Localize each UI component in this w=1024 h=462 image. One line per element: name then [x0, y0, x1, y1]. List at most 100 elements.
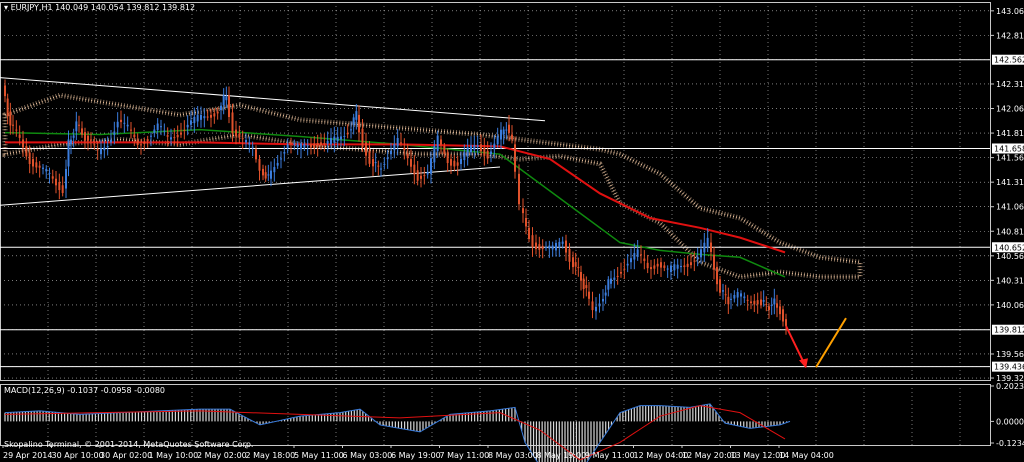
candle-body	[502, 129, 505, 135]
price-level-label: 141.658	[994, 144, 1024, 153]
candle-body	[656, 263, 659, 267]
candle-body	[6, 98, 9, 117]
forecast-up-line	[815, 317, 847, 368]
candle-body	[490, 151, 492, 155]
candle-body	[568, 248, 571, 262]
ichimoku-cloud	[2, 92, 863, 280]
ma-slow-line	[5, 141, 786, 254]
candle-body	[466, 147, 469, 157]
candle-body	[410, 159, 412, 167]
candle-body	[358, 114, 360, 133]
candle-body	[653, 265, 656, 269]
candle-body	[541, 245, 544, 250]
candle-body	[610, 278, 612, 284]
candle-body	[531, 235, 534, 248]
candle-body	[286, 144, 289, 148]
candle-body	[555, 242, 557, 251]
candle-body	[406, 153, 409, 159]
candle-body	[276, 162, 279, 166]
symbol-label: EURJPY,H1	[10, 3, 53, 12]
candle-body	[12, 124, 14, 126]
candle-body	[25, 146, 28, 157]
price-panel[interactable]	[0, 2, 991, 381]
dropdown-arrow-icon[interactable]: ▾	[4, 3, 8, 12]
candle-body	[623, 268, 626, 270]
candle-body	[440, 139, 442, 145]
candle-body	[32, 159, 34, 167]
candle-body	[386, 157, 389, 160]
candle-body	[251, 146, 254, 148]
candle-body	[753, 300, 756, 305]
candle-body	[740, 293, 742, 297]
candle-body	[393, 144, 396, 151]
x-tick-label: 6 May 19:00	[391, 451, 441, 460]
y-tick-label: 140.815	[996, 227, 1024, 236]
candle-body	[591, 301, 594, 311]
candle-body	[528, 227, 530, 240]
candle-body	[565, 240, 567, 253]
candle-body	[320, 142, 322, 146]
candle-body	[522, 208, 524, 214]
candle-body	[225, 96, 228, 101]
candle-body	[633, 253, 636, 260]
candle-body	[170, 137, 172, 140]
candle-body	[719, 279, 721, 293]
candle-body	[87, 135, 89, 141]
candle-body	[436, 135, 439, 151]
candle-body	[511, 134, 513, 140]
candle-body	[403, 147, 406, 151]
candle-body	[670, 265, 672, 272]
candle-body	[130, 129, 132, 131]
candle-body	[768, 306, 770, 311]
candle-body	[613, 277, 616, 280]
candle-body	[730, 298, 732, 300]
candle-body	[480, 144, 482, 152]
candle-body	[340, 136, 342, 140]
candle-body	[220, 105, 222, 110]
candle-body	[81, 128, 83, 135]
candle-body	[574, 262, 577, 267]
candle-body	[55, 178, 57, 186]
candle-body	[616, 275, 619, 277]
candle-body	[28, 152, 31, 164]
candle-body	[245, 139, 247, 143]
candle-body	[580, 272, 582, 281]
candle-body	[231, 112, 234, 134]
candle-body	[166, 135, 169, 137]
candle-body	[663, 265, 666, 268]
candle-body	[150, 135, 152, 137]
candle-body	[660, 262, 662, 268]
candle-body	[765, 304, 768, 306]
candle-body	[280, 158, 282, 160]
candle-body	[235, 129, 237, 137]
candle-body	[535, 242, 537, 250]
y-tick-label: 140.315	[996, 276, 1024, 285]
x-tick-label: 1 May 10:00	[149, 451, 199, 460]
candle-body	[770, 304, 773, 306]
candle-body	[602, 298, 604, 302]
candle-body	[640, 254, 642, 256]
candle-body	[782, 309, 784, 322]
candle-body	[545, 247, 547, 249]
candle-body	[140, 144, 142, 146]
candle-body	[696, 257, 699, 259]
ohlc-values: 140.049 140.054 139.812 139.812	[55, 3, 196, 12]
candle-body	[598, 303, 601, 307]
candle-body	[548, 245, 551, 249]
y-tick-label: 140.565	[996, 252, 1024, 261]
candle-body	[733, 294, 736, 299]
candle-body	[106, 146, 109, 148]
x-tick-label: 29 Apr 2014	[3, 451, 52, 460]
y-tick-label: 141.815	[996, 129, 1024, 138]
candle-body	[577, 267, 580, 269]
candle-body	[180, 132, 182, 135]
candle-body	[476, 145, 479, 147]
macd-level-label: 0.2023	[996, 382, 1024, 391]
candle-body	[686, 263, 689, 267]
candle-body	[228, 95, 230, 118]
candle-body	[346, 132, 349, 135]
x-tick-label: 2 May 02:00	[197, 451, 247, 460]
symbol-header: ▾ EURJPY,H1 140.049 140.054 139.812 139.…	[4, 3, 195, 12]
copyright-text: Skopalino Terminal, © 2001-2014, MetaQuo…	[4, 440, 254, 449]
x-tick-label: 12 May 20:00	[682, 451, 737, 460]
